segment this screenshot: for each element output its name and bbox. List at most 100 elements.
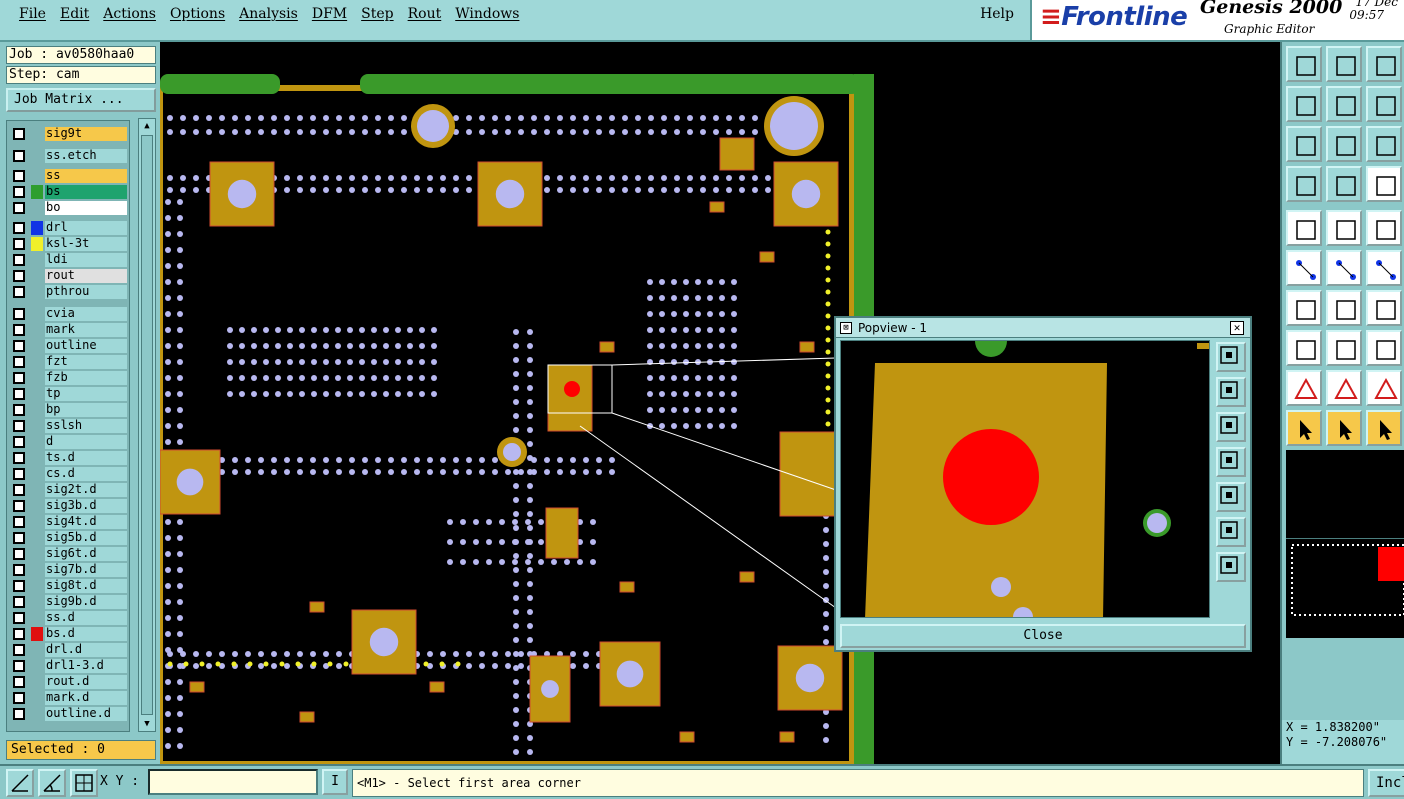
pan-right-icon[interactable] xyxy=(1326,86,1362,122)
layer-name[interactable]: bs xyxy=(45,185,127,199)
layer-checkbox[interactable] xyxy=(13,580,25,592)
layer-checkbox[interactable] xyxy=(13,644,25,656)
layer-row[interactable]: sig3b.d xyxy=(7,499,129,513)
layer-row[interactable]: pthrou xyxy=(7,285,129,299)
layer-row[interactable]: rout.d xyxy=(7,675,129,689)
layer-row[interactable]: sig4t.d xyxy=(7,515,129,529)
layer-row[interactable]: sig9b.d xyxy=(7,595,129,609)
layer-name[interactable]: ts.d xyxy=(45,451,127,465)
layer-row[interactable]: mark xyxy=(7,323,129,337)
scroll-up-icon[interactable]: ▲ xyxy=(141,121,153,131)
layer-name[interactable]: ss.d xyxy=(45,611,127,625)
menu-actions[interactable]: Actions xyxy=(96,6,163,22)
layer-row[interactable]: mark.d xyxy=(7,691,129,705)
layer-scrollbar[interactable]: ▲ ▼ xyxy=(138,118,156,732)
layer-checkbox[interactable] xyxy=(13,186,25,198)
layer-row[interactable]: sig6t.d xyxy=(7,547,129,561)
pan-up-icon[interactable] xyxy=(1216,377,1246,407)
layers-icon[interactable] xyxy=(1366,166,1402,202)
scale-icon[interactable] xyxy=(1366,126,1402,162)
layer-checkbox[interactable] xyxy=(13,340,25,352)
layer-name[interactable]: fzt xyxy=(45,355,127,369)
layer-checkbox[interactable] xyxy=(13,388,25,400)
layer-name[interactable]: drl.d xyxy=(45,643,127,657)
menu-edit[interactable]: Edit xyxy=(53,6,96,22)
zoom-fit-icon[interactable] xyxy=(1216,342,1246,372)
layer-checkbox[interactable] xyxy=(13,270,25,282)
layer-checkbox[interactable] xyxy=(13,170,25,182)
layer-name[interactable]: cs.d xyxy=(45,467,127,481)
layer-row[interactable]: sig2t.d xyxy=(7,483,129,497)
cross-icon[interactable] xyxy=(1326,250,1362,286)
layer-name[interactable]: mark.d xyxy=(45,691,127,705)
layer-color-swatch[interactable] xyxy=(31,237,43,251)
window-menu-icon[interactable]: ⊠ xyxy=(840,322,852,334)
layer-name[interactable]: outline xyxy=(45,339,127,353)
menu-rout[interactable]: Rout xyxy=(401,6,449,22)
menu-analysis[interactable]: Analysis xyxy=(232,6,305,22)
layer-row[interactable]: sig7b.d xyxy=(7,563,129,577)
layer-name[interactable]: ksl-3t xyxy=(45,237,127,251)
layer-checkbox[interactable] xyxy=(13,404,25,416)
layer-name[interactable]: bp xyxy=(45,403,127,417)
layer-row[interactable]: bs.d xyxy=(7,627,129,641)
layer-name[interactable]: sig9b.d xyxy=(45,595,127,609)
layer-name[interactable]: drl1-3.d xyxy=(45,659,127,673)
layer-row[interactable]: ss.d xyxy=(7,611,129,625)
layer-color-swatch[interactable] xyxy=(31,185,43,199)
arc-icon[interactable] xyxy=(1286,290,1322,326)
layer-name[interactable]: sig7b.d xyxy=(45,563,127,577)
layer-checkbox[interactable] xyxy=(13,596,25,608)
layer-row[interactable]: drl1-3.d xyxy=(7,659,129,673)
select-box-icon[interactable] xyxy=(1326,410,1362,446)
layer-checkbox[interactable] xyxy=(13,452,25,464)
pan-right-icon[interactable] xyxy=(1216,482,1246,512)
layer-checkbox[interactable] xyxy=(13,660,25,672)
select-icon[interactable] xyxy=(1286,410,1322,446)
layer-row[interactable]: outline xyxy=(7,339,129,353)
layer-checkbox[interactable] xyxy=(13,150,25,162)
menu-file[interactable]: File xyxy=(12,6,53,22)
layer-name[interactable]: sig4t.d xyxy=(45,515,127,529)
line-icon[interactable] xyxy=(1326,330,1362,366)
undo-view-icon[interactable] xyxy=(1366,86,1402,122)
grid-icon[interactable] xyxy=(1326,166,1362,202)
layer-name[interactable]: bs.d xyxy=(45,627,127,641)
pad-icon[interactable] xyxy=(1286,330,1322,366)
layer-name[interactable]: sslsh xyxy=(45,419,127,433)
layer-checkbox[interactable] xyxy=(13,356,25,368)
layer-row[interactable]: cs.d xyxy=(7,467,129,481)
layer-row[interactable]: sig8t.d xyxy=(7,579,129,593)
snap-angle-button[interactable] xyxy=(38,769,66,797)
layer-row[interactable]: drl.d xyxy=(7,643,129,657)
layer-name[interactable]: cvia xyxy=(45,307,127,321)
slash-icon[interactable] xyxy=(1326,290,1362,326)
export-icon[interactable] xyxy=(1286,46,1322,82)
layer-row[interactable]: outline.d xyxy=(7,707,129,721)
layer-row[interactable]: ldi xyxy=(7,253,129,267)
layer-row[interactable]: bp xyxy=(7,403,129,417)
layer-checkbox[interactable] xyxy=(13,308,25,320)
menu-help[interactable]: Help xyxy=(980,6,1014,22)
step-overview[interactable] xyxy=(1286,538,1404,638)
snap-grid-button[interactable] xyxy=(6,769,34,797)
overview-map[interactable] xyxy=(1286,450,1404,538)
layer-row[interactable]: fzb xyxy=(7,371,129,385)
scroll-thumb[interactable] xyxy=(141,135,153,715)
measure-icon[interactable] xyxy=(1286,166,1322,202)
layer-row[interactable]: sig5b.d xyxy=(7,531,129,545)
layer-name[interactable]: pthrou xyxy=(45,285,127,299)
triangle-b-icon[interactable] xyxy=(1366,370,1402,406)
layer-checkbox[interactable] xyxy=(13,324,25,336)
layer-checkbox[interactable] xyxy=(13,516,25,528)
line-draw-icon[interactable] xyxy=(1326,210,1362,246)
select-poly-icon[interactable] xyxy=(1366,410,1402,446)
job-matrix-button[interactable]: Job Matrix ... xyxy=(6,88,156,112)
layer-checkbox[interactable] xyxy=(13,692,25,704)
layer-checkbox[interactable] xyxy=(13,532,25,544)
layer-name[interactable]: drl xyxy=(45,221,127,235)
layer-checkbox[interactable] xyxy=(13,500,25,512)
layer-name[interactable]: sig6t.d xyxy=(45,547,127,561)
home-icon[interactable] xyxy=(1366,46,1402,82)
layer-row[interactable]: d xyxy=(7,435,129,449)
